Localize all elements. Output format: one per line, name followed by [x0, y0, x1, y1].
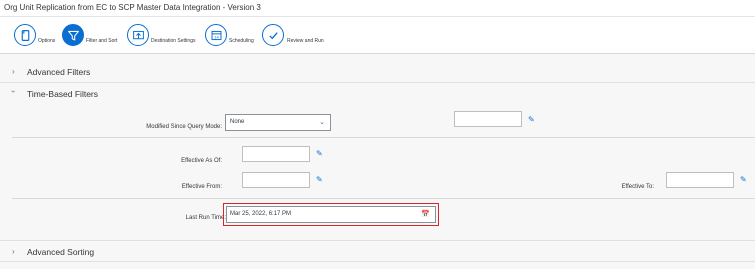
modified-since-mode-value: None [230, 119, 245, 125]
chevron-down-icon: ⌄ [319, 119, 325, 126]
time-based-filters-header[interactable]: › Time-Based Filters [0, 84, 755, 103]
calendar-icon: 14 [211, 30, 221, 40]
chevron-right-icon: › [12, 247, 15, 256]
modified-since-mode-select[interactable]: None ⌄ [225, 114, 331, 131]
modified-since-date-input[interactable] [454, 111, 522, 127]
step-review-run-label: Review and Run [287, 38, 324, 44]
divider [12, 137, 755, 138]
modified-since-mode-label: Modified Since Query Mode: [146, 124, 222, 130]
effective-as-of-label: Effective As Of: [181, 158, 222, 164]
step-review-run-button[interactable] [262, 24, 284, 46]
effective-from-input[interactable] [242, 172, 310, 188]
title-bar: Org Unit Replication from EC to SCP Mast… [0, 0, 755, 17]
advanced-filters-heading: Advanced Filters [27, 67, 91, 77]
pencil-icon[interactable]: ✎ [528, 115, 535, 124]
svg-text:14: 14 [214, 34, 219, 39]
time-based-filters-heading: Time-Based Filters [27, 89, 99, 99]
calendar-icon[interactable]: 📅 [421, 210, 430, 218]
wizard-step-bar [0, 17, 755, 54]
last-run-time-input[interactable]: Mar 25, 2022, 6:17 PM 📅 [226, 206, 436, 223]
step-filter-sort-label: Filter and Sort [86, 38, 118, 44]
pencil-icon[interactable]: ✎ [316, 175, 323, 184]
destination-icon [132, 30, 144, 39]
last-run-time-label: Last Run Time: [185, 215, 226, 221]
step-scheduling-button[interactable]: 14 [205, 24, 227, 46]
pencil-icon[interactable]: ✎ [740, 175, 747, 184]
advanced-filters-panel[interactable]: › Advanced Filters [0, 61, 755, 83]
step-destination-label: Destination Settings [151, 38, 196, 44]
effective-to-input[interactable] [666, 172, 734, 188]
window-title: Org Unit Replication from EC to SCP Mast… [4, 3, 261, 12]
chevron-right-icon: › [12, 67, 15, 76]
pencil-icon[interactable]: ✎ [316, 149, 323, 158]
advanced-sorting-panel[interactable]: › Advanced Sorting [0, 240, 755, 262]
document-icon [21, 29, 29, 41]
advanced-sorting-heading: Advanced Sorting [27, 247, 95, 257]
last-run-time-value: Mar 25, 2022, 6:17 PM [230, 211, 292, 217]
filter-icon [67, 30, 79, 40]
step-destination-button[interactable] [127, 24, 149, 46]
step-filter-sort-button[interactable] [62, 24, 84, 46]
step-scheduling-label: Scheduling [229, 38, 254, 44]
divider [12, 198, 755, 199]
checkmark-icon [268, 31, 278, 39]
effective-as-of-input[interactable] [242, 146, 310, 162]
effective-from-label: Effective From: [181, 184, 222, 190]
step-options-button[interactable] [14, 24, 36, 46]
chevron-down-icon: › [8, 90, 18, 93]
effective-to-label: Effective To: [621, 184, 654, 190]
step-options-label: Options [38, 38, 56, 44]
